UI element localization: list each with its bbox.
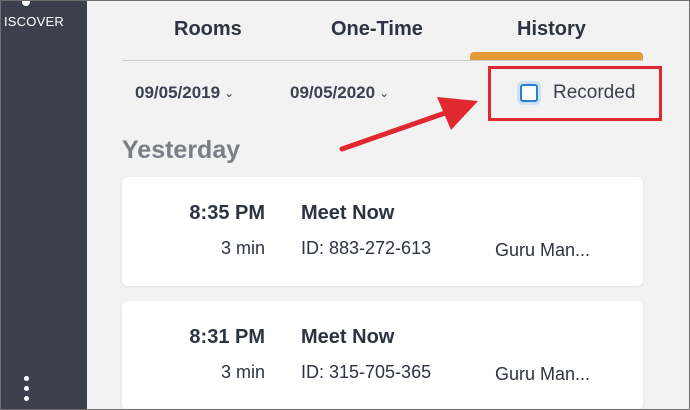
meeting-time: 8:35 PM (189, 202, 265, 224)
tab-history[interactable]: History (517, 18, 586, 41)
meeting-title: Meet Now (301, 202, 395, 224)
sidebar: ISCOVER (0, 0, 87, 410)
date-from-dropdown[interactable]: 09/05/2019 ⌄ (135, 83, 234, 103)
recorded-checkbox[interactable] (520, 84, 538, 102)
recorded-label: Recorded (553, 82, 636, 103)
meeting-duration: 3 min (220, 238, 265, 258)
tab-bar: Rooms One-Time History (122, 0, 643, 61)
meeting-host: Guru Man... (495, 364, 591, 384)
date-from-value: 09/05/2019 (135, 83, 221, 102)
meeting-id: ID: 883-272-613 (301, 238, 432, 258)
recorded-filter[interactable]: Recorded (520, 81, 635, 105)
meeting-card[interactable]: 8:35 PM 3 min Meet Now ID: 883-272-613 G… (122, 177, 643, 286)
tab-one-time[interactable]: One-Time (331, 18, 423, 41)
meeting-duration: 3 min (220, 362, 265, 382)
tab-rooms[interactable]: Rooms (174, 18, 242, 41)
meeting-time: 8:31 PM (189, 326, 265, 348)
chevron-down-icon: ⌄ (224, 86, 235, 100)
section-title: Yesterday (122, 136, 241, 164)
sidebar-nav-icon[interactable] (22, 0, 30, 6)
active-tab-indicator (470, 52, 643, 60)
meeting-host: Guru Man... (495, 240, 591, 260)
annotation-arrow-icon (339, 97, 478, 152)
more-vertical-icon[interactable] (20, 376, 32, 410)
meeting-id: ID: 315-705-365 (301, 362, 432, 382)
meeting-title: Meet Now (301, 326, 395, 348)
sidebar-item-discover[interactable]: ISCOVER (4, 14, 64, 29)
meeting-card[interactable]: 8:31 PM 3 min Meet Now ID: 315-705-365 G… (122, 301, 643, 410)
